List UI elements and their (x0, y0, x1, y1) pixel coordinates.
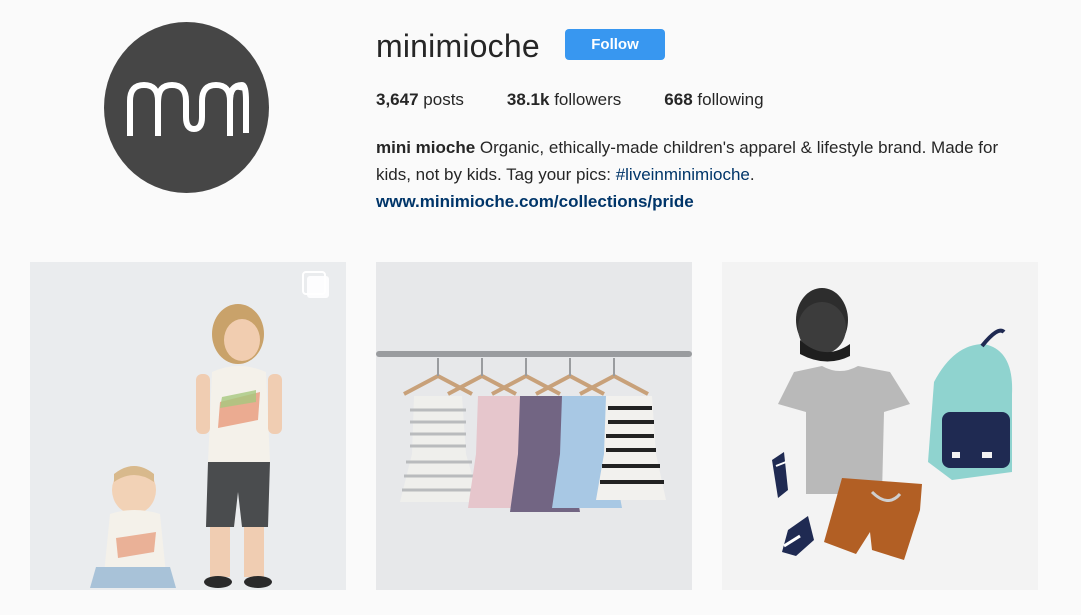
following-stat[interactable]: 668 following (664, 89, 763, 111)
posts-count: 3,647 (376, 90, 419, 109)
post-image-kids (30, 262, 346, 590)
post-image-flatlay (722, 262, 1038, 590)
mm-logo-icon (126, 81, 249, 136)
followers-count: 38.1k (506, 90, 550, 109)
followers-stat[interactable]: 38.1k followers (507, 89, 621, 111)
bio-name: mini mioche (376, 138, 476, 157)
bio-after-hashtag: . (749, 165, 755, 184)
profile-bio: mini mioche Organic, ethically-made chil… (376, 134, 1036, 215)
profile-avatar[interactable] (104, 22, 269, 193)
profile-stats: 3,647 posts 38.1k followers 668 followin… (376, 89, 807, 111)
posts-stat: 3,647 posts (376, 89, 464, 111)
following-count: 668 (664, 90, 693, 109)
post-thumbnail-1[interactable] (30, 262, 346, 590)
following-label: following (697, 90, 764, 109)
followers-label: followers (554, 90, 622, 109)
follow-button[interactable]: Follow (565, 29, 665, 60)
post-thumbnail-3[interactable] (722, 262, 1038, 590)
posts-label: posts (423, 90, 464, 109)
bio-hashtag-link[interactable]: #liveinminimioche (616, 165, 750, 184)
post-image-dresses (376, 262, 692, 590)
profile-username: minimioche (376, 28, 540, 64)
post-thumbnail-2[interactable] (376, 262, 692, 590)
bio-website-link[interactable]: www.minimioche.com/collections/pride (376, 188, 1036, 215)
